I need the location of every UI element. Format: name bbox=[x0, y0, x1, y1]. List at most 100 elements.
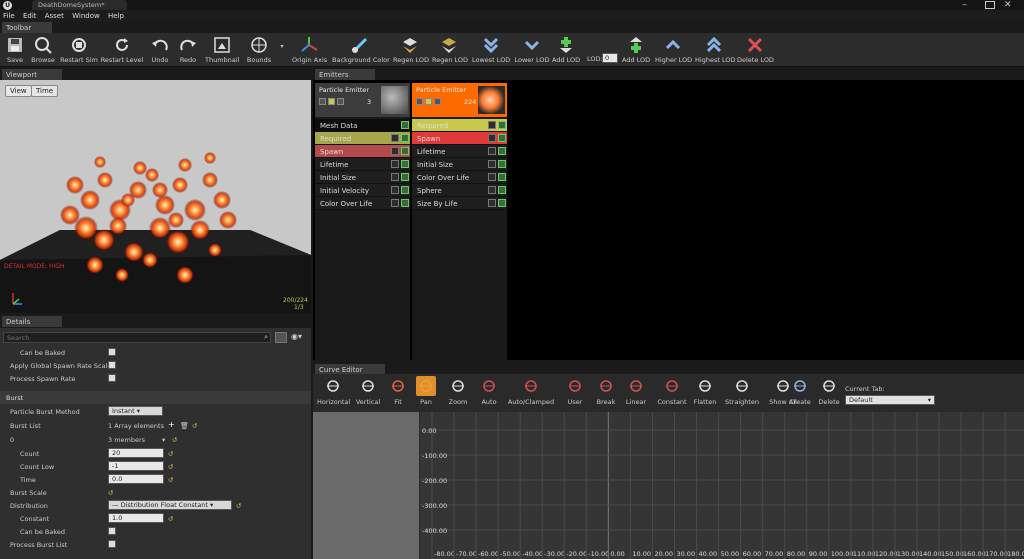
view-button[interactable]: View bbox=[5, 85, 32, 97]
curve-fit-button[interactable]: Fit bbox=[387, 376, 409, 406]
bounds-dropdown[interactable]: ▾ bbox=[278, 43, 286, 73]
index-0-dropdown-icon[interactable]: ▾ bbox=[162, 436, 165, 444]
module-graph-toggle[interactable] bbox=[391, 160, 399, 168]
emitter-header[interactable]: Particle Emitter 3 bbox=[315, 83, 410, 117]
particle-burst-method-dropdown[interactable]: Instant ▾ bbox=[108, 406, 163, 416]
curve-vertical-button[interactable]: Vertical bbox=[353, 376, 383, 406]
maximize-button[interactable] bbox=[985, 1, 995, 9]
checkbox-process-burst-list[interactable] bbox=[108, 540, 116, 548]
details-tab[interactable]: Details bbox=[2, 316, 62, 327]
emitter-toggle-icon[interactable] bbox=[416, 98, 423, 105]
curve-list-area[interactable] bbox=[313, 412, 419, 559]
eye-icon[interactable]: ◉▾ bbox=[291, 332, 302, 341]
emitters-panel[interactable]: Particle Emitter 3 Mesh Data Required Spawn L… bbox=[313, 80, 1024, 360]
emitters-tab[interactable]: Emitters bbox=[315, 69, 375, 80]
emitter-toggle-icon[interactable] bbox=[434, 98, 441, 105]
emitter-module-row[interactable]: Required bbox=[315, 132, 410, 145]
highest-lod-button[interactable]: Highest LOD bbox=[695, 35, 735, 65]
module-enable-checkbox[interactable] bbox=[498, 147, 506, 155]
module-enable-checkbox[interactable] bbox=[498, 199, 506, 207]
add-element-icon[interactable]: + bbox=[168, 420, 175, 429]
module-enable-checkbox[interactable] bbox=[401, 147, 409, 155]
time-input[interactable]: 0.0 bbox=[108, 474, 164, 484]
close-button[interactable]: ✕ bbox=[1004, 0, 1018, 10]
curve-flatten-button[interactable]: Flatten bbox=[693, 376, 717, 406]
checkbox-can-be-baked-2[interactable] bbox=[108, 527, 116, 535]
menu-edit[interactable]: Edit bbox=[20, 10, 40, 22]
add-lod-button-1[interactable]: Add LOD bbox=[552, 35, 580, 65]
module-enable-checkbox[interactable] bbox=[401, 199, 409, 207]
menu-help[interactable]: Help bbox=[105, 10, 127, 22]
curve-linear-button[interactable]: Linear bbox=[625, 376, 647, 406]
curve-pan-button[interactable]: Pan bbox=[413, 376, 439, 406]
emitter-toggle-icon[interactable] bbox=[319, 98, 326, 105]
emitter-module-row[interactable]: Initial Size bbox=[412, 158, 507, 171]
regen-lod-button-2[interactable]: Regen LOD bbox=[432, 35, 468, 65]
emitter-module-row[interactable]: Lifetime bbox=[315, 158, 410, 171]
constant-input[interactable]: 1.0 bbox=[108, 513, 164, 523]
curve-constant-button[interactable]: Constant bbox=[655, 376, 689, 406]
checkbox-process-spawn[interactable] bbox=[108, 374, 116, 382]
browse-button[interactable]: Browse bbox=[30, 35, 56, 65]
time-button[interactable]: Time bbox=[31, 85, 59, 97]
lod-spinbox[interactable]: 0 bbox=[602, 53, 618, 63]
count-input[interactable]: 20 bbox=[108, 448, 164, 458]
current-tab-dropdown[interactable]: Default ▾ bbox=[845, 395, 935, 405]
menu-file[interactable]: File bbox=[0, 10, 18, 22]
curve-graph[interactable]: -80.00 -70.00 -60.00 -50.00 -40.00 -30.00 -20.… bbox=[420, 412, 1024, 559]
background-color-button[interactable]: Background Color bbox=[332, 35, 390, 65]
reset-arrow-icon[interactable]: ↺ bbox=[172, 436, 177, 444]
curve-zoom-button[interactable]: Zoom bbox=[443, 376, 473, 406]
module-graph-toggle[interactable] bbox=[488, 160, 496, 168]
emitter-header[interactable]: Particle Emitter 224 bbox=[412, 83, 507, 117]
grid-view-icon[interactable] bbox=[275, 332, 287, 343]
module-graph-toggle[interactable] bbox=[488, 134, 496, 142]
curve-user-button[interactable]: User bbox=[563, 376, 587, 406]
module-enable-checkbox[interactable] bbox=[498, 134, 506, 142]
add-lod-button-2[interactable]: Add LOD bbox=[622, 35, 650, 65]
emitter-module-row[interactable]: Lifetime bbox=[412, 145, 507, 158]
module-enable-checkbox[interactable] bbox=[401, 160, 409, 168]
curve-auto-button[interactable]: Auto bbox=[477, 376, 501, 406]
thumbnail-button[interactable]: Thumbnail bbox=[205, 35, 239, 65]
module-enable-checkbox[interactable] bbox=[401, 173, 409, 181]
menu-asset[interactable]: Asset bbox=[42, 10, 67, 22]
origin-axis-button[interactable]: Origin Axis bbox=[292, 35, 327, 65]
emitter-module-row[interactable]: Color Over Life bbox=[412, 171, 507, 184]
emitter-module-row[interactable]: Spawn bbox=[315, 145, 410, 158]
curve-straighten-button[interactable]: Straighten bbox=[725, 376, 759, 406]
toolbar-tab[interactable]: Toolbar bbox=[2, 22, 52, 33]
reset-arrow-icon[interactable]: ↺ bbox=[236, 502, 241, 510]
module-enable-checkbox[interactable] bbox=[401, 134, 409, 142]
reset-arrow-icon[interactable]: ↺ bbox=[168, 450, 173, 458]
curve-auto-clamped-button[interactable]: Auto/Clamped bbox=[505, 376, 557, 406]
reset-arrow-icon[interactable]: ↺ bbox=[168, 515, 173, 523]
viewport[interactable]: View Time DETAIL MODE: HIGH 200/224 1/3 bbox=[0, 80, 311, 313]
reset-arrow-icon[interactable]: ↺ bbox=[168, 476, 173, 484]
regen-lod-button-1[interactable]: Regen LOD bbox=[393, 35, 429, 65]
module-enable-checkbox[interactable] bbox=[498, 186, 506, 194]
emitter-toggle-icon[interactable] bbox=[425, 98, 432, 105]
curve-create-button[interactable]: Create bbox=[789, 376, 811, 406]
details-search-input[interactable]: ⌕ bbox=[3, 332, 271, 343]
undo-button[interactable]: Undo bbox=[148, 35, 172, 65]
emitter-module-row[interactable]: Required bbox=[412, 119, 507, 132]
minimize-button[interactable]: ‒ bbox=[962, 1, 974, 9]
lower-lod-button[interactable]: Lower LOD bbox=[514, 35, 550, 65]
checkbox-can-be-baked[interactable] bbox=[108, 348, 116, 356]
module-enable-checkbox[interactable] bbox=[401, 121, 409, 129]
checkbox-global-spawn[interactable] bbox=[108, 361, 116, 369]
count-low-input[interactable]: -1 bbox=[108, 461, 164, 471]
emitter-module-row[interactable]: Initial Velocity bbox=[315, 184, 410, 197]
reset-arrow-icon[interactable]: ↺ bbox=[168, 463, 173, 471]
emitter-module-row[interactable]: Initial Size bbox=[315, 171, 410, 184]
curve-horizontal-button[interactable]: Horizontal bbox=[317, 376, 350, 406]
viewport-tab[interactable]: Viewport bbox=[2, 69, 62, 80]
emitter-module-row[interactable]: Color Over Life bbox=[315, 197, 410, 210]
section-burst[interactable]: Burst bbox=[0, 391, 311, 404]
module-graph-toggle[interactable] bbox=[488, 147, 496, 155]
module-graph-toggle[interactable] bbox=[391, 173, 399, 181]
reset-arrow-icon[interactable]: ↺ bbox=[192, 422, 197, 430]
module-enable-checkbox[interactable] bbox=[498, 121, 506, 129]
menu-window[interactable]: Window bbox=[69, 10, 103, 22]
